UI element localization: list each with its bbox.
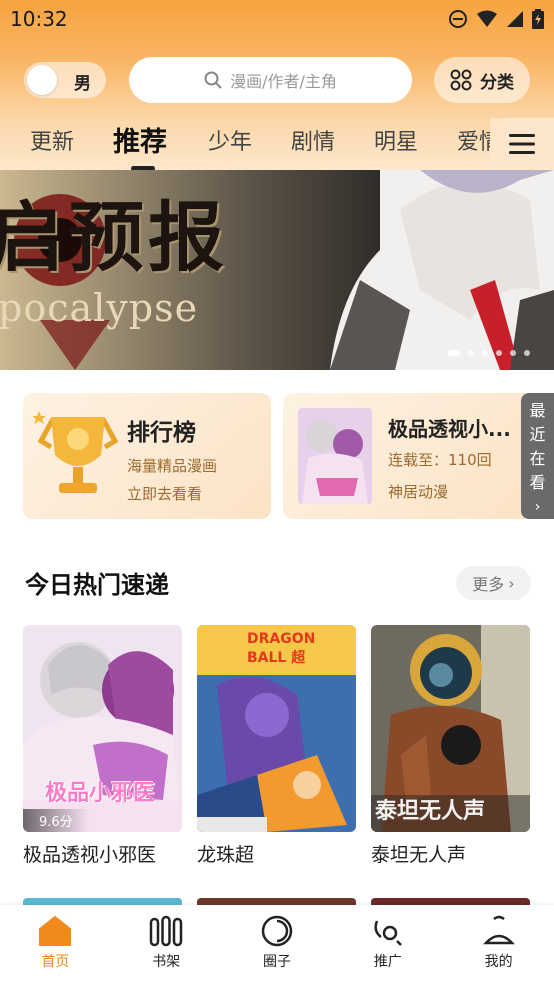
nav-bookshelf[interactable]: 书架 [111, 905, 222, 985]
banner-subtitle: pocalypse [0, 286, 199, 330]
featured-book-cover [298, 408, 372, 504]
wifi-icon [477, 10, 497, 27]
category-label: 分类 [480, 72, 514, 93]
featured-book-publisher: 神居动漫 [388, 483, 449, 501]
more-label: 更多 [472, 575, 505, 594]
status-time: 10:32 [10, 7, 68, 31]
ranking-card[interactable]: 排行榜 海量精品漫画 立即去看看 [23, 393, 271, 519]
nav-label: 推广 [373, 954, 402, 970]
tab-shonen[interactable]: 少年 [208, 124, 252, 156]
battery-icon [532, 9, 544, 29]
nav-circle[interactable]: 圈子 [222, 905, 333, 985]
status-bar: 10:32 [0, 0, 554, 38]
bookshelf-icon [149, 915, 183, 947]
carousel-dot [524, 350, 530, 356]
gender-label: 男 [74, 74, 91, 94]
cover-title: 极品小邪医 [45, 781, 156, 806]
tab-celebrity[interactable]: 明星 [374, 124, 418, 156]
nav-promote[interactable]: 推广 [332, 905, 443, 985]
tab-romance[interactable]: 爱情 [457, 124, 490, 156]
carousel-dot [468, 350, 474, 356]
tab-menu-button[interactable] [490, 118, 554, 170]
recent-char: 近 [529, 425, 546, 444]
more-button[interactable]: 更多 › [456, 566, 531, 600]
toggle-knob [27, 65, 57, 95]
carousel-dot-active [448, 350, 460, 356]
rating-badge: 9.6分 [23, 809, 89, 832]
nav-home[interactable]: 首页 [0, 905, 111, 985]
comic-cover: 极品小邪医 9.6分 [23, 625, 182, 832]
carousel-dot [510, 350, 516, 356]
nav-label: 我的 [484, 954, 513, 970]
recent-char: 最 [529, 401, 546, 420]
carousel-dot [482, 350, 488, 356]
bottom-nav: 首页 书架 圈子 推广 我的 [0, 905, 554, 985]
status-icons [448, 9, 544, 29]
comic-card[interactable]: 极品小邪医 9.6分 极品透视小邪医 [23, 625, 182, 867]
recently-read-tab[interactable]: 最 近 在 看 › [521, 393, 554, 519]
ranking-title: 排行榜 [127, 420, 196, 446]
ranking-desc: 海量精品漫画 [127, 457, 218, 475]
comic-card[interactable]: 泰坦无人声 泰坦无人声 [371, 625, 530, 867]
comic-title: 泰坦无人声 [371, 844, 467, 866]
tabs-scroller: 更新 推荐 少年 剧情 明星 爱情 [0, 118, 490, 170]
search-input[interactable]: 漫画/作者/主角 [129, 57, 412, 103]
nav-profile[interactable]: 我的 [443, 905, 554, 985]
app-root: 10:32 男 漫画/作者/主角 分类 更新 推荐 少年 剧情 明星 爱 启预报… [0, 0, 554, 985]
cover-title: 泰坦无人声 [375, 799, 486, 824]
nav-label: 首页 [41, 954, 70, 970]
do-not-disturb-icon [449, 10, 467, 28]
featured-book-card[interactable]: 极品透视小... 连载至：110回 神居动漫 [283, 393, 533, 519]
cover-art [298, 408, 372, 504]
cover-title: DRAGON BALL 超 [247, 631, 316, 666]
circle-icon [261, 915, 293, 947]
section-title: 今日热门速递 [25, 571, 169, 599]
banner-title: 启预报 [0, 193, 228, 282]
profile-icon [482, 915, 515, 945]
promote-icon [374, 920, 402, 946]
tab-recommend[interactable]: 推荐 [113, 120, 167, 159]
banner-carousel[interactable]: 启预报 pocalypse [0, 170, 554, 370]
comic-cover: DRAGON BALL 超 [197, 625, 356, 832]
nav-label: 圈子 [262, 954, 291, 970]
ranking-cta: 立即去看看 [127, 485, 203, 503]
search-placeholder: 漫画/作者/主角 [230, 72, 337, 91]
menu-icon [509, 134, 535, 154]
recent-char: 在 [529, 449, 546, 468]
nav-label: 书架 [152, 954, 181, 970]
recent-char: 看 [529, 473, 546, 492]
comic-title: 极品透视小邪医 [23, 844, 157, 866]
header: 10:32 男 漫画/作者/主角 分类 更新 推荐 少年 剧情 明星 爱 [0, 0, 554, 175]
comic-card[interactable]: DRAGON BALL 超 龙珠超 [197, 625, 356, 867]
featured-book-title: 极品透视小... [388, 417, 511, 441]
top-bar: 男 漫画/作者/主角 分类 [0, 57, 554, 103]
home-icon [39, 916, 72, 946]
carousel-dot [496, 350, 502, 356]
chevron-right-icon: › [534, 499, 541, 515]
tab-drama[interactable]: 剧情 [291, 124, 335, 156]
featured-book-progress: 连载至：110回 [388, 451, 492, 469]
search-icon [204, 71, 222, 89]
category-button[interactable]: 分类 [434, 57, 530, 103]
comic-title: 龙珠超 [197, 844, 255, 866]
category-tabs: 更新 推荐 少年 剧情 明星 爱情 [0, 118, 554, 170]
gender-toggle[interactable]: 男 [24, 62, 106, 98]
carousel-indicator [448, 350, 530, 356]
signal-icon [507, 11, 523, 27]
chevron-right-icon: › [508, 573, 515, 593]
tab-update[interactable]: 更新 [30, 124, 74, 156]
trophy-icon [33, 411, 119, 493]
comic-cover: 泰坦无人声 [371, 625, 530, 832]
grid-icon [450, 69, 472, 91]
